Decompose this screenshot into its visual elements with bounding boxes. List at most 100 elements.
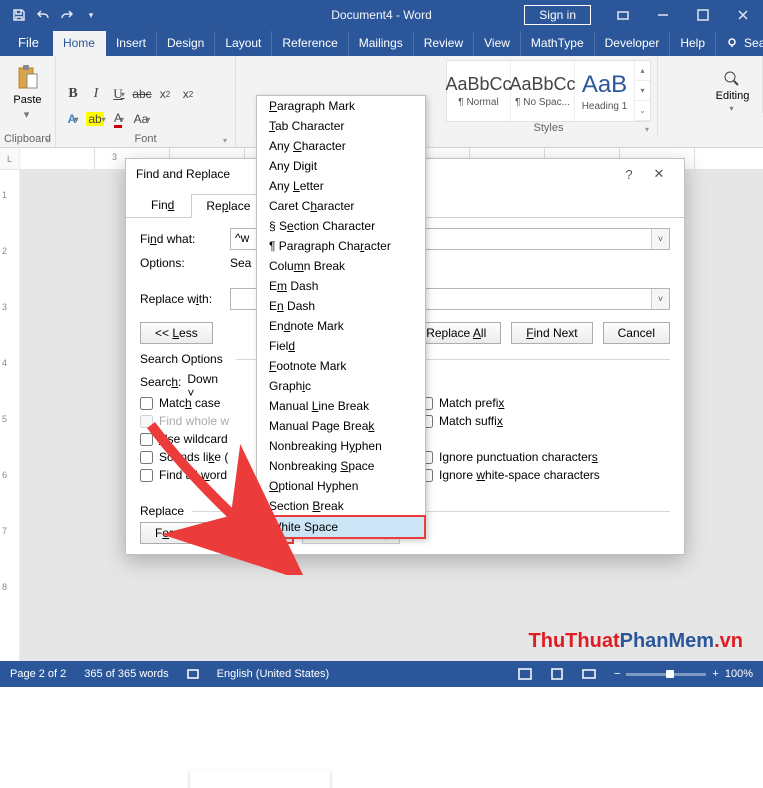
editing-button[interactable]: Editing ▾ xyxy=(716,60,750,113)
tab-help[interactable]: Help xyxy=(670,31,716,56)
tab-developer[interactable]: Developer xyxy=(595,31,671,56)
ribbon-display-icon[interactable] xyxy=(603,0,643,30)
font-color-button[interactable]: A▾ xyxy=(108,108,130,130)
change-case-button[interactable]: Aa▾ xyxy=(131,108,153,130)
menu-item[interactable]: Manual Line Break xyxy=(257,396,425,416)
tab-home[interactable]: Home xyxy=(53,31,106,56)
superscript-button[interactable]: x2 xyxy=(177,83,199,105)
menu-item[interactable]: § Section Character xyxy=(257,216,425,236)
chevron-down-icon: ▾ xyxy=(24,108,30,121)
tab-view[interactable]: View xyxy=(474,31,521,56)
chevron-down-icon[interactable]: ˅ xyxy=(651,229,669,249)
menu-item[interactable]: Graphic xyxy=(257,376,425,396)
tab-find[interactable]: Find xyxy=(136,193,189,217)
less-button[interactable]: << Less xyxy=(140,322,213,344)
tab-insert[interactable]: Insert xyxy=(106,31,157,56)
clipboard-group-label: Clipboard xyxy=(4,133,51,147)
read-mode-icon[interactable] xyxy=(518,668,532,680)
styles-group: AaBbCc ¶ Normal AaBbCc ¶ No Spac... AaB … xyxy=(440,56,658,136)
menu-item[interactable]: Manual Page Break xyxy=(257,416,425,436)
menu-item[interactable]: En Dash xyxy=(257,296,425,316)
tab-design[interactable]: Design xyxy=(157,31,215,56)
match-case-checkbox[interactable] xyxy=(140,397,153,410)
vertical-ruler[interactable]: 1 2 3 4 5 6 7 8 xyxy=(0,170,20,661)
tab-references[interactable]: Reference xyxy=(272,31,348,56)
style-normal[interactable]: AaBbCc ¶ Normal xyxy=(447,61,511,121)
find-all-forms-checkbox[interactable] xyxy=(140,469,153,482)
strikethrough-button[interactable]: abc xyxy=(131,83,153,105)
style-nospacing[interactable]: AaBbCc ¶ No Spac... xyxy=(511,61,575,121)
find-whole-checkbox xyxy=(140,415,153,428)
bold-button[interactable]: B xyxy=(62,83,84,105)
status-language[interactable]: English (United States) xyxy=(217,668,330,680)
use-wildcards-checkbox[interactable] xyxy=(140,433,153,446)
menu-item[interactable]: Nonbreaking Space xyxy=(257,456,425,476)
menu-item[interactable]: ¶ Paragraph Character xyxy=(257,236,425,256)
menu-item[interactable]: Tab Character xyxy=(257,116,425,136)
menu-item[interactable]: Caret Character xyxy=(257,196,425,216)
save-icon[interactable] xyxy=(8,4,30,26)
redo-icon[interactable] xyxy=(56,4,78,26)
paste-button[interactable]: Paste ▾ xyxy=(13,60,41,121)
format-button[interactable]: Format ▾ xyxy=(140,522,215,544)
subscript-button[interactable]: x2 xyxy=(154,83,176,105)
style-heading1[interactable]: AaB Heading 1 xyxy=(575,61,635,121)
highlight-button[interactable]: ab▾ xyxy=(85,108,107,130)
menu-item[interactable]: Field xyxy=(257,336,425,356)
tab-mathtype[interactable]: MathType xyxy=(521,31,595,56)
maximize-icon[interactable] xyxy=(683,0,723,30)
menu-item-white-space[interactable]: White Space xyxy=(256,515,426,539)
menu-item[interactable]: Any Letter xyxy=(257,176,425,196)
status-words[interactable]: 365 of 365 words xyxy=(84,668,168,680)
menu-item[interactable]: Optional Hyphen xyxy=(257,476,425,496)
menu-item[interactable]: Footnote Mark xyxy=(257,356,425,376)
quick-access-toolbar: ▾ xyxy=(0,4,102,26)
minimize-icon[interactable] xyxy=(643,0,683,30)
underline-button[interactable]: U▾ xyxy=(108,83,130,105)
menu-item[interactable]: Section Break xyxy=(257,496,425,516)
zoom-controls[interactable]: − + 100% xyxy=(614,668,753,680)
undo-icon[interactable] xyxy=(32,4,54,26)
tell-me-search[interactable]: Search xyxy=(716,31,763,56)
menu-item[interactable]: Endnote Mark xyxy=(257,316,425,336)
menu-item[interactable]: Column Break xyxy=(257,256,425,276)
find-icon xyxy=(723,70,741,88)
menu-item[interactable]: Any Character xyxy=(257,136,425,156)
chevron-down-icon[interactable]: ˅ xyxy=(651,289,669,309)
titlebar: ▾ Document4 - Word Sign in xyxy=(0,0,763,30)
tab-layout[interactable]: Layout xyxy=(215,31,272,56)
tab-replace[interactable]: Replace xyxy=(191,194,265,218)
lightbulb-icon xyxy=(726,37,738,49)
cancel-button[interactable]: Cancel xyxy=(603,322,670,344)
italic-button[interactable]: I xyxy=(85,83,107,105)
tab-mailings[interactable]: Mailings xyxy=(349,31,414,56)
web-layout-icon[interactable] xyxy=(582,668,596,680)
tab-file[interactable]: File xyxy=(4,30,53,56)
menu-item[interactable]: Paragraph Mark xyxy=(257,96,425,116)
menu-item[interactable]: Any Digit xyxy=(257,156,425,176)
text-effects-button[interactable]: A▾ xyxy=(62,108,84,130)
zoom-level[interactable]: 100% xyxy=(725,668,753,680)
styles-scroll[interactable]: ▴▾⌄ xyxy=(635,61,650,121)
qat-more-icon[interactable]: ▾ xyxy=(80,4,102,26)
editing-group: Editing ▾ xyxy=(703,56,763,113)
sounds-like-checkbox[interactable] xyxy=(140,451,153,464)
signin-button[interactable]: Sign in xyxy=(524,5,591,25)
close-icon[interactable] xyxy=(723,0,763,30)
print-layout-icon[interactable] xyxy=(550,668,564,680)
options-value: Sea xyxy=(230,256,251,270)
menu-item[interactable]: Nonbreaking Hyphen xyxy=(257,436,425,456)
find-next-button[interactable]: Find Next xyxy=(511,322,592,344)
dialog-help-icon[interactable]: ? xyxy=(614,167,644,182)
spellcheck-icon[interactable] xyxy=(187,668,199,680)
tab-review[interactable]: Review xyxy=(414,31,474,56)
status-page[interactable]: Page 2 of 2 xyxy=(10,668,66,680)
special-characters-menu: Paragraph Mark Tab Character Any Charact… xyxy=(256,95,426,539)
zoom-slider[interactable] xyxy=(626,673,706,676)
menu-item[interactable]: Em Dash xyxy=(257,276,425,296)
ruler-corner: L xyxy=(0,148,20,169)
font-group: B I U▾ abc x2 x2 A▾ ab▾ A▾ Aa▾ Font xyxy=(56,56,236,147)
styles-gallery[interactable]: AaBbCc ¶ Normal AaBbCc ¶ No Spac... AaB … xyxy=(446,60,651,122)
search-direction-select[interactable]: Down ˅ xyxy=(187,372,251,392)
dialog-close-icon[interactable]: ✕ xyxy=(644,166,674,182)
